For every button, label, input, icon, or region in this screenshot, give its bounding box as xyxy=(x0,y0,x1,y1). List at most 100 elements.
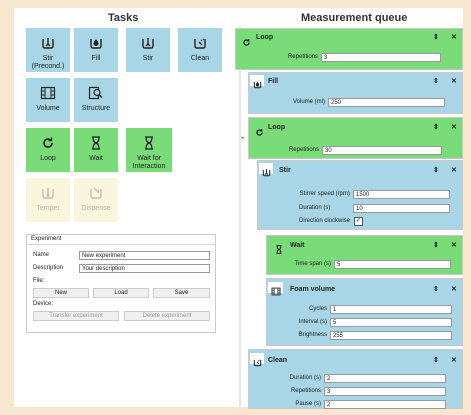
queue-item-title: Clean xyxy=(268,357,288,364)
interval-input[interactable]: 5 xyxy=(330,318,452,327)
task-tile-stir[interactable]: Stir xyxy=(126,28,170,72)
drop-icon xyxy=(253,76,262,89)
new-button[interactable]: New xyxy=(33,288,89,298)
direction-clockwise-checkbox[interactable]: ✓ xyxy=(354,217,363,226)
task-tile-structure[interactable]: Structure xyxy=(74,78,118,122)
duration-input[interactable]: 2 xyxy=(324,374,446,383)
device-label: Device: xyxy=(33,301,54,307)
app-window: Tasks Stir (Precond.) Fill Stir Clean Vo… xyxy=(14,8,463,415)
delete-experiment-button: Delete experiment xyxy=(124,311,210,321)
file-label: File: xyxy=(33,278,45,284)
task-tile-clean[interactable]: Clean xyxy=(178,28,222,72)
transfer-experiment-button: Transfer experiment xyxy=(33,311,119,321)
queue-item-loop[interactable]: Loop ⇕ ✕ Repetitions 3 xyxy=(235,28,463,70)
tasks-title: Tasks xyxy=(108,12,139,24)
experiment-description-input[interactable]: Your description xyxy=(79,264,210,273)
brightness-input[interactable]: 255 xyxy=(330,331,452,340)
task-tile-label: Clean xyxy=(190,55,210,62)
divider xyxy=(27,244,215,245)
task-tile-wait-for-interaction[interactable]: Wait for Interaction xyxy=(126,128,172,172)
description-label: Description xyxy=(33,265,64,271)
task-tile-label: Loop xyxy=(40,155,56,162)
stir-icon xyxy=(139,34,157,52)
field-label: Repetitions xyxy=(288,147,319,153)
volume-icon xyxy=(271,283,281,296)
repetitions-input[interactable]: 30 xyxy=(322,146,442,155)
repetitions-input[interactable]: 3 xyxy=(321,53,441,62)
stirrer-speed-input[interactable]: 1500 xyxy=(353,190,450,199)
collapse-caret-icon[interactable]: ◂ xyxy=(241,135,244,141)
loop-icon xyxy=(242,34,251,46)
task-tile-label: Stir (Precond.) xyxy=(31,55,65,70)
duration-input[interactable]: 10 xyxy=(353,204,450,213)
experiment-name-input[interactable]: New experiment xyxy=(79,251,210,260)
field-label: Direction clockwise xyxy=(299,218,351,224)
queue-item-fill[interactable]: Fill ⇕ ✕ Volume (ml) 250 xyxy=(248,72,463,114)
close-icon[interactable]: ✕ xyxy=(451,166,457,174)
reorder-icon[interactable]: ⇕ xyxy=(433,33,439,41)
task-tile-loop[interactable]: Loop xyxy=(26,128,70,172)
task-tile-label: Volume xyxy=(36,105,60,112)
name-label: Name xyxy=(33,252,50,258)
task-tile-label: Temper xyxy=(36,205,60,212)
close-icon[interactable]: ✕ xyxy=(451,356,457,364)
load-button[interactable]: Load xyxy=(93,288,149,298)
task-tile-temper: Temper xyxy=(26,178,70,222)
clean-icon xyxy=(253,354,262,367)
field-label: Interval (s) xyxy=(298,319,327,325)
field-label: Volume (ml) xyxy=(292,99,325,105)
field-label: Pause (s) xyxy=(295,401,321,407)
close-icon[interactable]: ✕ xyxy=(451,33,457,41)
cycles-input[interactable]: 1 xyxy=(330,305,452,314)
loop-icon xyxy=(39,134,57,152)
queue-item-loop[interactable]: Loop ⇕ ✕ Repetitions 30 xyxy=(248,117,463,159)
task-tile-volume[interactable]: Volume xyxy=(26,78,70,122)
field-label: Duration (s) xyxy=(289,375,321,381)
structure-icon xyxy=(87,84,105,102)
panel-splitter[interactable] xyxy=(239,26,241,415)
task-tile-stir-precond[interactable]: Stir (Precond.) xyxy=(26,28,70,72)
hourglass-icon xyxy=(87,134,105,152)
queue-item-wait[interactable]: Wait ⇕ ✕ Time span (s) 5 xyxy=(266,235,463,275)
task-tile-label: Wait for Interaction xyxy=(132,155,166,170)
task-tile-label: Fill xyxy=(91,55,101,62)
close-icon[interactable]: ✕ xyxy=(451,241,457,249)
queue-item-clean[interactable]: Clean ⇕ ✕ Duration (s) 2 Repetitions 3 P… xyxy=(248,349,463,409)
volume-icon xyxy=(39,84,57,102)
pause-input[interactable]: 2 xyxy=(324,400,446,409)
reorder-icon[interactable]: ⇕ xyxy=(433,123,439,131)
temper-icon xyxy=(39,184,57,202)
close-icon[interactable]: ✕ xyxy=(451,123,457,131)
reorder-icon[interactable]: ⇕ xyxy=(433,166,439,174)
field-label: Cycles xyxy=(308,306,327,312)
reorder-icon[interactable]: ⇕ xyxy=(433,285,439,293)
task-tile-label: Structure xyxy=(81,105,111,112)
queue-item-title: Loop xyxy=(256,34,274,41)
field-label: Duration (s) xyxy=(299,205,331,211)
hourglass-icon xyxy=(275,241,284,254)
field-label: Time span (s) xyxy=(294,261,331,267)
close-icon[interactable]: ✕ xyxy=(451,285,457,293)
queue-item-title: Stir xyxy=(279,167,291,174)
field-label: Repetitions xyxy=(290,388,321,394)
repetitions-input[interactable]: 3 xyxy=(324,387,446,396)
reorder-icon[interactable]: ⇕ xyxy=(433,356,439,364)
experiment-header: Experiment xyxy=(31,236,62,242)
reorder-icon[interactable]: ⇕ xyxy=(433,77,439,85)
stir-icon xyxy=(39,34,57,52)
reorder-icon[interactable]: ⇕ xyxy=(433,241,439,249)
time-span-input[interactable]: 5 xyxy=(334,260,451,269)
task-tile-wait[interactable]: Wait xyxy=(74,128,118,172)
queue-item-title: Wait xyxy=(290,242,305,249)
task-tile-fill[interactable]: Fill xyxy=(74,28,118,72)
volume-input[interactable]: 250 xyxy=(328,98,445,107)
queue-item-title: Fill xyxy=(268,78,279,85)
queue-item-stir[interactable]: Stir ⇕ ✕ Stirrer speed (rpm) 1500 Durati… xyxy=(257,160,463,230)
close-icon[interactable]: ✕ xyxy=(451,77,457,85)
task-tile-label: Wait xyxy=(89,155,103,162)
save-button[interactable]: Save xyxy=(153,288,210,298)
queue-item-foam-volume[interactable]: Foam volume ⇕ ✕ Cycles 1 Interval (s) 5 … xyxy=(266,278,463,346)
hourglass-icon xyxy=(140,134,158,152)
stir-icon xyxy=(262,164,271,177)
queue-item-title: Foam volume xyxy=(290,286,336,293)
